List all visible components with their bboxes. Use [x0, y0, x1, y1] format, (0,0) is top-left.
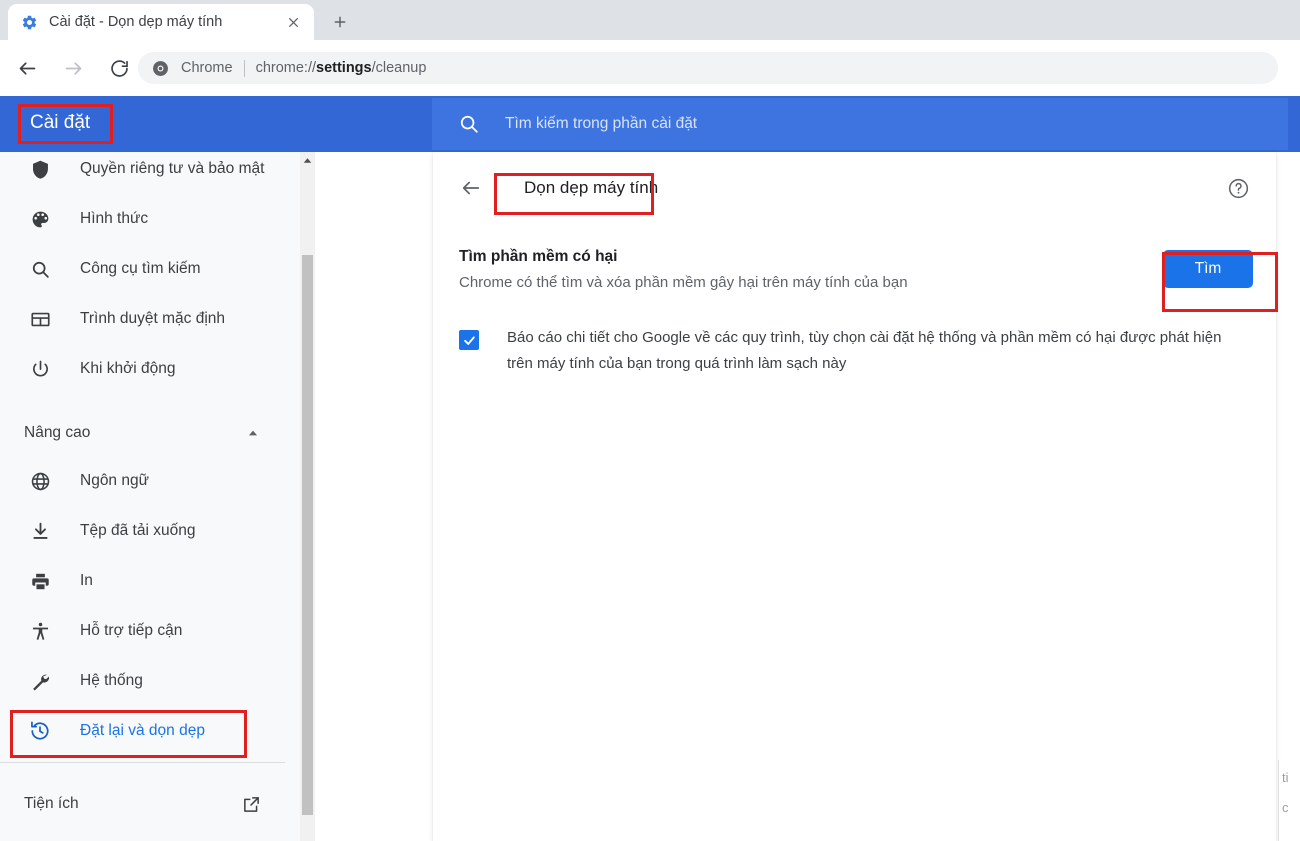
sidebar-item-label: Đặt lại và dọn dẹp [80, 722, 205, 739]
sidebar-item-label: Tệp đã tải xuống [80, 522, 196, 539]
sidebar-section-advanced[interactable]: Nâng cao [0, 408, 285, 458]
settings-search-box[interactable]: Tìm kiếm trong phần cài đặt [432, 98, 1288, 150]
find-section-title: Tìm phần mềm có hại [459, 248, 618, 265]
back-arrow-icon[interactable] [11, 52, 43, 84]
back-arrow-icon[interactable] [459, 176, 483, 200]
find-section-subtitle: Chrome có thể tìm và xóa phần mềm gây hạ… [459, 274, 908, 291]
tab-title: Cài đặt - Dọn dẹp máy tính [49, 14, 223, 30]
page-header: Dọn dẹp máy tính [433, 152, 1276, 224]
sidebar-item-languages[interactable]: Ngôn ngữ [0, 456, 285, 506]
sidebar-scrollbar[interactable] [300, 152, 315, 841]
sidebar-item-reset-cleanup[interactable]: Đặt lại và dọn dẹp [0, 706, 285, 756]
background-window-sliver: ti c [1278, 760, 1300, 841]
sidebar-item-label: Trình duyệt mặc định [80, 310, 226, 327]
sidebar-item-downloads[interactable]: Tệp đã tải xuống [0, 506, 285, 556]
settings-title[interactable]: Cài đặt [24, 107, 96, 139]
url-text: chrome://settings/cleanup [256, 60, 427, 76]
shield-icon [28, 157, 52, 181]
search-input[interactable]: Tìm kiếm trong phần cài đặt [505, 115, 697, 133]
sidebar-item-privacy[interactable]: Quyền riêng tư và bảo mật [0, 152, 285, 194]
chevron-up-icon[interactable] [243, 423, 263, 443]
browser-window: Cài đặt - Dọn dẹp máy tính Chrome chrome… [0, 0, 1300, 841]
accessibility-icon [28, 619, 52, 643]
reload-icon[interactable] [103, 52, 135, 84]
tab-strip: Cài đặt - Dọn dẹp máy tính [0, 0, 1300, 40]
help-circle-icon[interactable] [1226, 176, 1250, 200]
open-in-new-icon[interactable] [241, 794, 261, 814]
sidebar-item-label: Công cụ tìm kiếm [80, 260, 201, 277]
address-bar[interactable]: Chrome chrome://settings/cleanup [138, 52, 1278, 84]
printer-icon [28, 569, 52, 593]
chrome-logo-icon [151, 59, 169, 77]
sidebar-item-extensions[interactable]: Tiện ích [0, 779, 285, 829]
sidebar-item-label: Hỗ trợ tiếp cận [80, 622, 183, 639]
caret-up-icon[interactable] [300, 152, 315, 169]
page-title: Dọn dẹp máy tính [524, 178, 659, 197]
security-chip-label: Chrome [181, 60, 233, 76]
power-icon [28, 357, 52, 381]
settings-content: Quyền riêng tư và bảo mật Hình thức Công… [0, 152, 1300, 841]
restore-history-icon [28, 719, 52, 743]
search-icon [28, 257, 52, 281]
search-icon [458, 113, 480, 135]
wrench-icon [28, 669, 52, 693]
settings-sidebar: Quyền riêng tư và bảo mật Hình thức Công… [0, 152, 300, 841]
find-button[interactable]: Tìm [1163, 250, 1253, 288]
sidebar-item-print[interactable]: In [0, 556, 285, 606]
url-bold-segment: settings [316, 60, 372, 76]
sidebar-item-label: Hệ thống [80, 672, 143, 689]
content-gap [315, 152, 433, 841]
sidebar-item-on-startup[interactable]: Khi khởi động [0, 344, 285, 394]
sidebar-item-label: Tiện ích [24, 795, 79, 812]
close-icon[interactable] [282, 11, 304, 33]
forward-arrow-icon[interactable] [57, 52, 89, 84]
sidebar-item-search-engine[interactable]: Công cụ tìm kiếm [0, 244, 285, 294]
sidebar-item-accessibility[interactable]: Hỗ trợ tiếp cận [0, 606, 285, 656]
report-details-row: Báo cáo chi tiết cho Google về các quy t… [433, 322, 1276, 394]
sidebar-item-system[interactable]: Hệ thống [0, 656, 285, 706]
omnibox-divider [243, 59, 245, 77]
background-text-line2: c [1282, 800, 1289, 815]
sidebar-item-label: Khi khởi động [80, 360, 176, 377]
url-prefix: chrome:// [255, 60, 317, 76]
gear-icon [21, 14, 38, 31]
url-suffix: /cleanup [371, 60, 427, 76]
find-harmful-software-row: Tìm phần mềm có hại Chrome có thể tìm và… [433, 240, 1276, 312]
report-details-label: Báo cáo chi tiết cho Google về các quy t… [507, 329, 1222, 372]
scrollbar-thumb[interactable] [302, 255, 313, 815]
download-icon [28, 519, 52, 543]
sidebar-nav: Quyền riêng tư và bảo mật Hình thức Công… [0, 152, 285, 841]
browser-window-icon [28, 307, 52, 331]
palette-icon [28, 207, 52, 231]
sidebar-item-label: Quyền riêng tư và bảo mật [80, 160, 265, 177]
sidebar-item-label: Hình thức [80, 210, 149, 227]
sidebar-item-default-browser[interactable]: Trình duyệt mặc định [0, 294, 285, 344]
sidebar-item-label: Ngôn ngữ [80, 472, 149, 489]
background-text-line1: ti [1282, 770, 1289, 785]
new-tab-button[interactable] [326, 8, 354, 36]
cleanup-page-card: Dọn dẹp máy tính Tìm phần mềm có hại Chr… [433, 152, 1276, 841]
sidebar-divider [0, 762, 285, 763]
browser-tab[interactable]: Cài đặt - Dọn dẹp máy tính [8, 4, 314, 40]
sidebar-item-appearance[interactable]: Hình thức [0, 194, 285, 244]
sidebar-item-label: In [80, 572, 93, 589]
sidebar-section-label: Nâng cao [24, 424, 91, 441]
report-details-checkbox[interactable] [459, 330, 479, 350]
globe-icon [28, 469, 52, 493]
